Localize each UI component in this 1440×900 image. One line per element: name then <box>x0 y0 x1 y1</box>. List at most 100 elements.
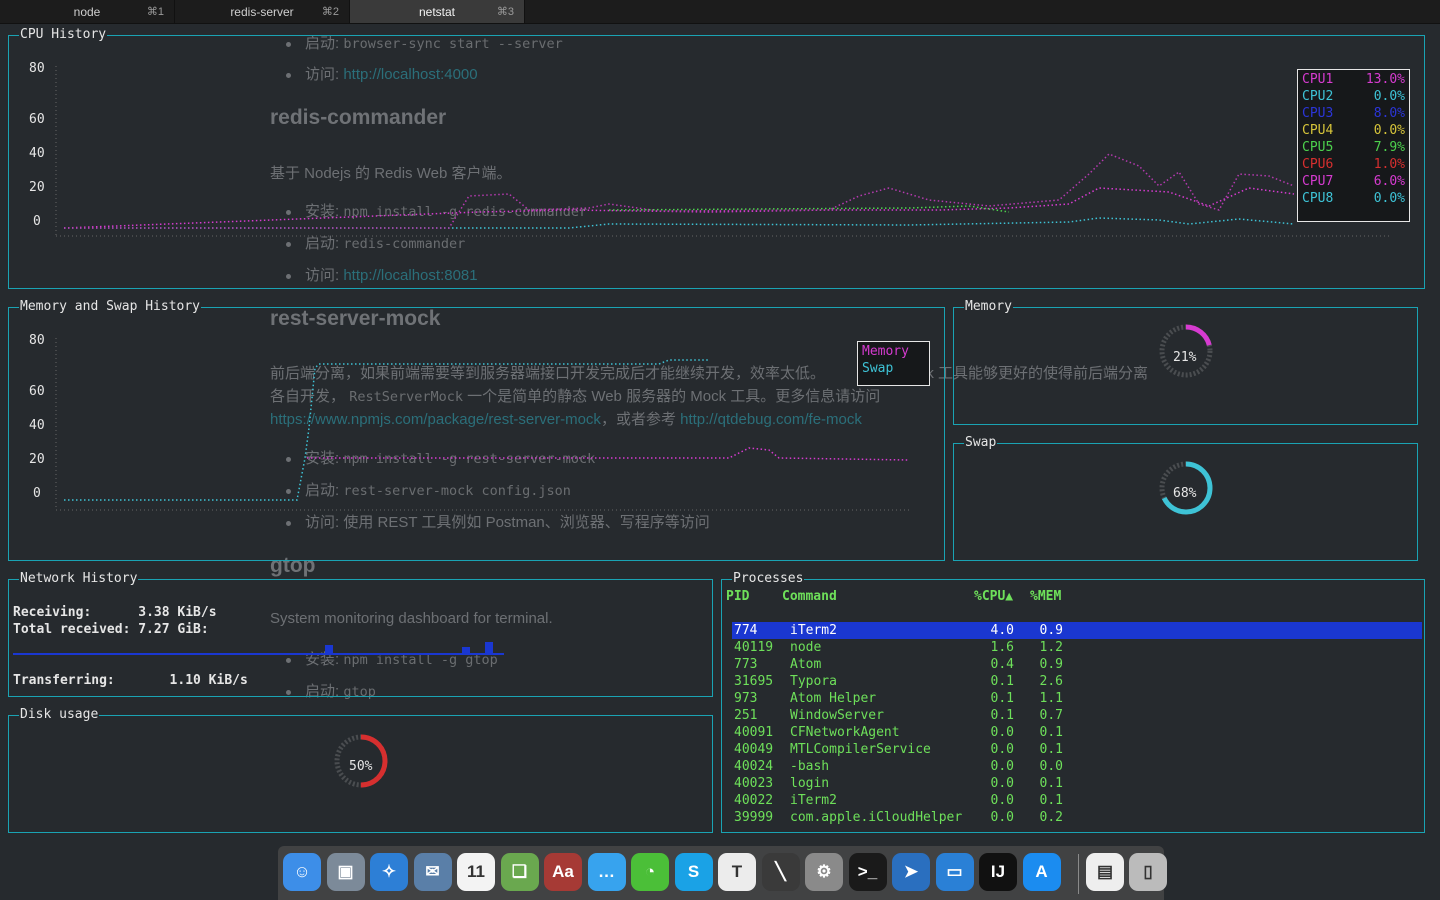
cell-command: iTerm2 <box>790 623 837 638</box>
cell-cpu: 0.0 <box>990 742 1014 757</box>
network-sparkline <box>13 642 504 655</box>
table-row[interactable]: 40023 login 0.0 0.1 <box>732 775 1422 792</box>
calendar-icon[interactable]: 11 <box>457 853 495 891</box>
dock: ☺ ▣ ✧ ✉ 11 ❏ Aa… ◔ S T ╲ ⚙ >_ ➤ ▭ IJ A ▤ ▯ <box>278 846 1167 900</box>
panel-title: Disk usage <box>19 707 100 722</box>
cell-mem: 0.1 <box>1039 742 1063 757</box>
table-row[interactable]: 773 Atom 0.4 0.9 <box>732 656 1422 673</box>
panel-title: Processes <box>732 571 805 586</box>
cell-mem: 0.1 <box>1039 793 1063 808</box>
sparkline-bar <box>462 647 470 654</box>
cell-cpu: 1.6 <box>990 640 1014 655</box>
legend-value: 8.0% <box>1373 106 1405 121</box>
legend-entry-cpu3: CPU3 8.0% <box>1302 105 1405 122</box>
trash-icon[interactable]: ▯ <box>1129 853 1167 891</box>
legend-entry-cpu5: CPU5 7.9% <box>1302 139 1405 156</box>
cell-cpu: 4.0 <box>990 623 1014 638</box>
cell-mem: 0.0 <box>1039 759 1063 774</box>
dictionary-icon[interactable]: Aa <box>544 853 582 891</box>
cell-cpu: 0.0 <box>990 810 1014 825</box>
cell-cpu: 0.1 <box>990 708 1014 723</box>
cell-command: Typora <box>790 674 837 689</box>
books-icon[interactable]: ❏ <box>500 853 539 891</box>
table-row[interactable]: 40049 MTLCompilerService 0.0 0.1 <box>732 741 1422 758</box>
memory-line <box>307 447 910 461</box>
series-line <box>64 153 1295 229</box>
preview-icon[interactable]: ▣ <box>326 853 365 891</box>
cell-pid: 773 <box>734 657 758 672</box>
cell-mem: 0.1 <box>1039 725 1063 740</box>
processes-panel: Processes PID Command %CPU▲ %MEM 774 iTer… <box>721 572 1425 833</box>
legend-entry-swap: Swap <box>862 361 894 376</box>
cell-cpu: 0.0 <box>990 776 1014 791</box>
cell-pid: 39999 <box>734 810 774 825</box>
cpu-history-panel: CPU History 80 60 40 20 0 CPU1 13.0% CPU2 0… <box>8 28 1425 289</box>
cell-command: Atom <box>790 657 822 672</box>
series-line <box>63 187 1295 229</box>
memory-swap-history-panel: Memory and Swap History 80 60 40 20 0 Me… <box>8 300 945 561</box>
legend-entry-cpu1: CPU1 13.0% <box>1302 71 1405 88</box>
legend-name: CPU2 <box>1302 89 1334 104</box>
cell-command: login <box>790 776 830 791</box>
cell-pid: 973 <box>734 691 758 706</box>
cell-cpu: 0.0 <box>990 725 1014 740</box>
table-row[interactable]: 40022 iTerm2 0.0 0.1 <box>732 792 1422 809</box>
header-pid[interactable]: PID <box>726 589 749 604</box>
legend-value: 0.0% <box>1373 123 1405 138</box>
cell-cpu: 0.0 <box>990 759 1014 774</box>
dock-separator <box>1078 854 1079 894</box>
legend-name: CPU6 <box>1302 157 1334 172</box>
legend-name: CPU4 <box>1302 123 1334 138</box>
header-cpu[interactable]: %CPU▲ <box>974 589 1013 604</box>
transferring-label: Transferring: <box>13 673 115 688</box>
table-row[interactable]: 39999 com.apple.iCloudHelper 0.0 0.2 <box>732 809 1422 826</box>
legend-value: 13.0% <box>1365 72 1405 87</box>
legend-value: 6.0% <box>1373 174 1405 189</box>
terminal-icon[interactable]: >_ <box>848 853 887 891</box>
cell-mem: 0.2 <box>1039 810 1063 825</box>
receiving-label: Receiving: <box>13 605 92 620</box>
legend-name: CPU5 <box>1302 140 1334 155</box>
cell-mem: 1.2 <box>1039 640 1063 655</box>
cell-mem: 0.7 <box>1039 708 1063 723</box>
cpu-legend: CPU1 13.0% CPU2 0.0% CPU3 8.0% CPU4 0.0% CPU5 7.9… <box>1297 69 1410 222</box>
transferring-stat: Transferring: 1.10 KiB/s <box>13 673 248 688</box>
intellij-icon[interactable]: IJ <box>979 853 1017 891</box>
pen-icon[interactable]: ╲ <box>761 853 800 891</box>
swap-percent: 68% <box>1173 486 1197 501</box>
table-row[interactable]: 251 WindowServer 0.1 0.7 <box>732 707 1422 724</box>
header-command[interactable]: Command <box>782 589 837 604</box>
table-row[interactable]: 774 iTerm2 4.0 0.9 <box>732 622 1422 639</box>
document-icon[interactable]: ▤ <box>1086 853 1124 891</box>
legend-entry-memory: Memory <box>862 344 909 359</box>
table-row[interactable]: 40091 CFNetworkAgent 0.0 0.1 <box>732 724 1422 741</box>
receiving-stat: Receiving: 3.38 KiB/s <box>13 605 217 620</box>
arrow-app-icon[interactable]: ➤ <box>892 853 930 891</box>
total-received-value: 7.27 GiB: <box>138 622 209 637</box>
keynote-icon[interactable]: ▭ <box>935 853 974 891</box>
wechat-icon[interactable]: ◔ <box>631 853 669 891</box>
mail-icon[interactable]: ✉ <box>413 853 452 891</box>
skype-icon[interactable]: S <box>674 853 713 891</box>
cell-cpu: 0.1 <box>990 674 1014 689</box>
finder-icon[interactable]: ☺ <box>283 853 321 891</box>
cell-command: -bash <box>790 759 830 774</box>
table-row[interactable]: 40119 node 1.6 1.2 <box>732 639 1422 656</box>
messages-icon[interactable]: … <box>587 853 626 891</box>
table-row[interactable]: 973 Atom Helper 0.1 1.1 <box>732 690 1422 707</box>
forklift-icon[interactable]: ⚙ <box>805 853 843 891</box>
cell-pid: 40023 <box>734 776 774 791</box>
cell-pid: 40119 <box>734 640 774 655</box>
header-mem[interactable]: %MEM <box>1030 589 1061 604</box>
typora-icon[interactable]: T <box>718 853 756 891</box>
safari-icon[interactable]: ✧ <box>370 853 408 891</box>
memory-panel: Memory 21% <box>953 300 1418 425</box>
process-table-header: PID Command %CPU▲ %MEM <box>726 589 1416 606</box>
sparkline-bar <box>325 645 333 654</box>
app-store-icon[interactable]: A <box>1022 853 1061 891</box>
legend-name: CPU3 <box>1302 106 1334 121</box>
table-row[interactable]: 31695 Typora 0.1 2.6 <box>732 673 1422 690</box>
disk-percent: 50% <box>349 759 373 774</box>
table-row[interactable]: 40024 -bash 0.0 0.0 <box>732 758 1422 775</box>
cell-mem: 0.1 <box>1039 776 1063 791</box>
